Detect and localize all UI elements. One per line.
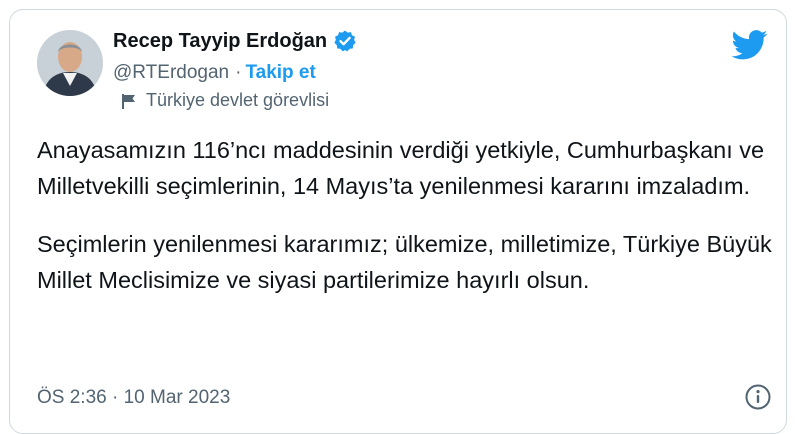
avatar-image bbox=[37, 30, 103, 96]
tweet-card: Recep Tayyip Erdoğan @RTErdogan · Takip … bbox=[9, 9, 787, 434]
tweet-timestamp[interactable]: ÖS 2:36 · 10 Mar 2023 bbox=[37, 387, 230, 409]
avatar[interactable] bbox=[37, 30, 103, 96]
handle-separator: · bbox=[235, 62, 242, 83]
tweet-text: Anayasamızın 116’ncı maddesinin verdiği … bbox=[37, 132, 772, 298]
tweet-paragraph: Seçimlerin yenilenmesi kararımız; ülkemi… bbox=[37, 231, 772, 293]
info-icon[interactable] bbox=[744, 383, 772, 411]
twitter-bird-icon[interactable] bbox=[731, 30, 768, 60]
author-name[interactable]: Recep Tayyip Erdoğan bbox=[113, 30, 327, 53]
flag-icon bbox=[120, 92, 138, 110]
tweet-paragraph: Anayasamızın 116’ncı maddesinin verdiği … bbox=[37, 137, 765, 199]
follow-button[interactable]: Takip et bbox=[245, 62, 315, 84]
account-label-text: Türkiye devlet görevlisi bbox=[146, 90, 330, 110]
account-label: Türkiye devlet görevlisi bbox=[120, 90, 329, 111]
author-name-row: Recep Tayyip Erdoğan bbox=[113, 26, 357, 56]
handle-row: @RTErdogan · Takip et bbox=[113, 62, 316, 84]
author-handle[interactable]: @RTErdogan bbox=[113, 62, 229, 84]
verified-badge-icon bbox=[333, 29, 357, 53]
